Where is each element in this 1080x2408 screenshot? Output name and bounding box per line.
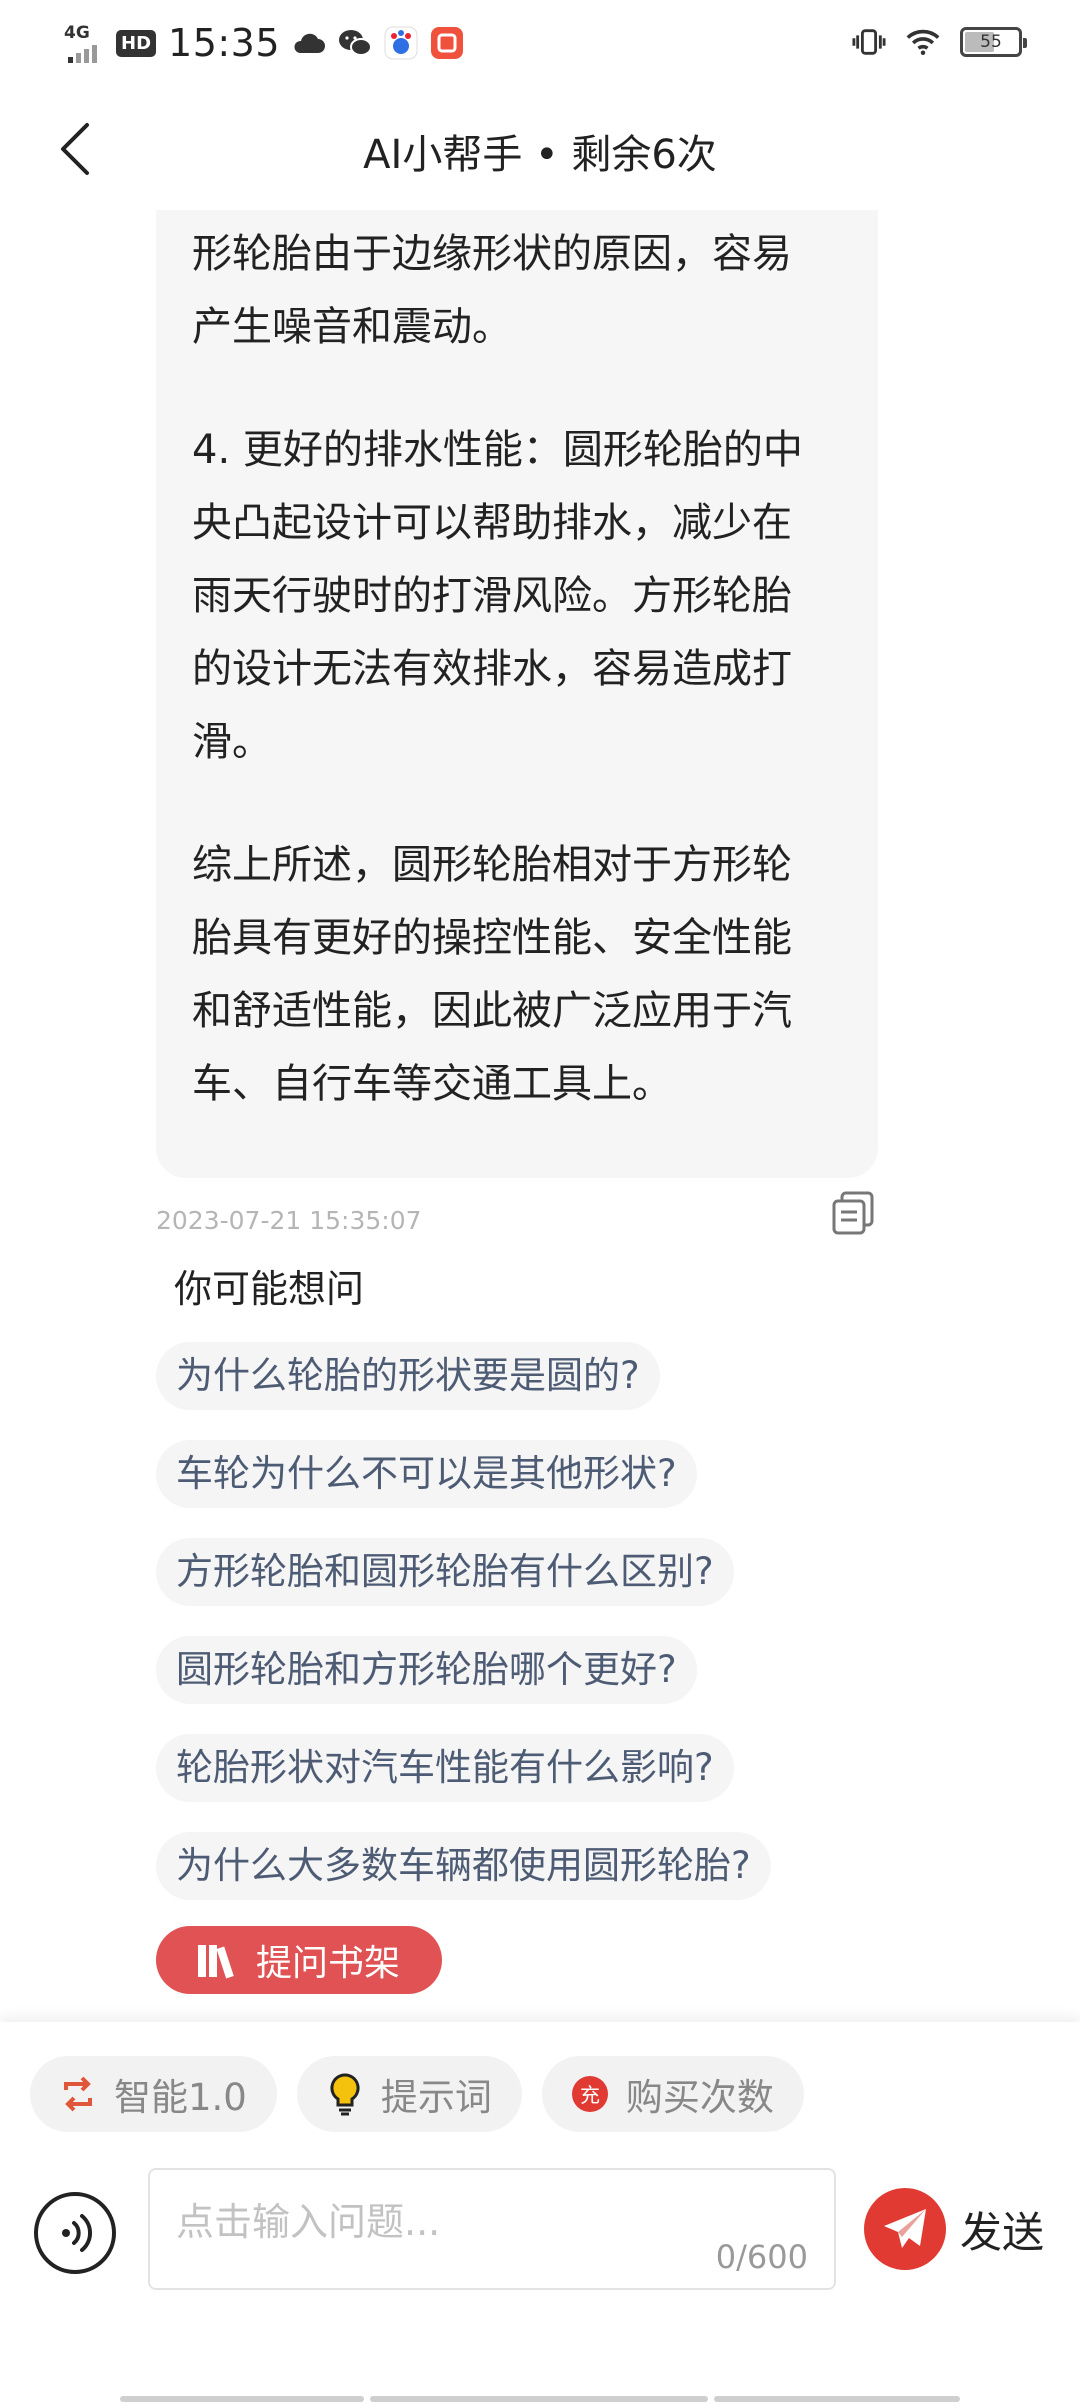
network-type: 4G bbox=[64, 23, 90, 43]
answer-bubble: 形轮胎由于边缘形状的原因，容易 产生噪音和震动。 4. 更好的排水性能：圆形轮胎… bbox=[156, 210, 878, 1178]
status-left: 4G HD 15:35 bbox=[64, 18, 464, 68]
suggestion-list: 为什么轮胎的形状要是圆的? 车轮为什么不可以是其他形状? 方形轮胎和圆形轮胎有什… bbox=[156, 1342, 771, 1900]
books-icon bbox=[198, 1945, 234, 1979]
char-counter: 0/600 bbox=[715, 2238, 808, 2276]
nav-gesture-bar bbox=[370, 2396, 708, 2402]
app-screen: 4G HD 15:35 55 AI小帮手 • 剩余6次 形轮胎由于边缘形状的原因… bbox=[0, 0, 1080, 2408]
send-icon-circle bbox=[864, 2188, 946, 2270]
suggestion-chip[interactable]: 方形轮胎和圆形轮胎有什么区别? bbox=[156, 1538, 734, 1606]
battery-indicator: 55 bbox=[960, 27, 1027, 57]
copy-icon bbox=[832, 1191, 874, 1235]
nav-header: AI小帮手 • 剩余6次 bbox=[0, 100, 1080, 200]
suggestion-chip[interactable]: 车轮为什么不可以是其他形状? bbox=[156, 1440, 697, 1508]
prompts-label: 提示词 bbox=[380, 2076, 492, 2119]
battery-level: 55 bbox=[980, 32, 1002, 52]
baidu-app-icon bbox=[384, 26, 418, 60]
answer-paragraph: 综上所述，圆形轮胎相对于方形轮 胎具有更好的操控性能、安全性能 和舒适性能，因此… bbox=[192, 842, 792, 1107]
buy-credits-button[interactable]: 充 购买次数 bbox=[541, 2056, 804, 2132]
status-right: 55 bbox=[852, 20, 1027, 64]
clock: 15:35 bbox=[168, 21, 281, 65]
message-timestamp: 2023-07-21 15:35:07 bbox=[156, 1206, 422, 1235]
signal-icon: 4G bbox=[64, 21, 104, 65]
send-button[interactable]: 发送 bbox=[864, 2188, 1044, 2270]
recharge-badge-text: 充 bbox=[580, 2083, 600, 2107]
wechat-icon bbox=[338, 26, 373, 60]
suggestion-chip[interactable]: 为什么大多数车辆都使用圆形轮胎? bbox=[156, 1832, 771, 1900]
hd-badge: HD bbox=[116, 29, 157, 57]
app-notification-icon bbox=[430, 26, 464, 60]
toolbar: 智能1.0 提示词 充 购买次数 bbox=[30, 2056, 804, 2132]
voice-icon bbox=[62, 2214, 93, 2252]
question-input[interactable] bbox=[176, 2196, 796, 2248]
nav-gesture-bar bbox=[120, 2396, 364, 2402]
model-label: 智能1.0 bbox=[114, 2076, 247, 2119]
status-bar: 4G HD 15:35 55 bbox=[0, 0, 1080, 84]
nav-gesture-bar bbox=[714, 2396, 960, 2402]
question-shelf-label: 提问书架 bbox=[256, 1943, 401, 1984]
answer-paragraph: 4. 更好的排水性能：圆形轮胎的中 央凸起设计可以帮助排水，减少在 雨天行驶时的… bbox=[192, 427, 803, 765]
wifi-icon bbox=[906, 25, 940, 59]
question-input-box[interactable]: 0/600 bbox=[148, 2168, 836, 2290]
suggestions-title: 你可能想问 bbox=[174, 1267, 365, 1311]
suggestion-chip[interactable]: 圆形轮胎和方形轮胎哪个更好? bbox=[156, 1636, 697, 1704]
suggestion-chip[interactable]: 为什么轮胎的形状要是圆的? bbox=[156, 1342, 660, 1410]
vibrate-icon bbox=[852, 25, 886, 59]
composer-panel: 智能1.0 提示词 充 购买次数 0/600 bbox=[0, 2022, 1080, 2408]
recharge-icon: 充 bbox=[568, 2072, 612, 2116]
prompts-button[interactable]: 提示词 bbox=[296, 2056, 522, 2132]
switch-icon bbox=[56, 2072, 100, 2116]
answer-paragraph: 形轮胎由于边缘形状的原因，容易 产生噪音和震动。 bbox=[192, 231, 792, 350]
cloud-icon bbox=[292, 26, 326, 60]
paper-plane-icon bbox=[884, 2209, 926, 2248]
voice-input-button[interactable] bbox=[34, 2192, 116, 2274]
suggestion-chip[interactable]: 轮胎形状对汽车性能有什么影响? bbox=[156, 1734, 734, 1802]
page-title: AI小帮手 • 剩余6次 bbox=[363, 132, 717, 178]
copy-button[interactable] bbox=[830, 1190, 876, 1236]
lightbulb-icon bbox=[323, 2072, 367, 2116]
buy-credits-label: 购买次数 bbox=[625, 2076, 774, 2119]
question-shelf-button[interactable]: 提问书架 bbox=[156, 1926, 443, 1994]
model-switch-button[interactable]: 智能1.0 bbox=[30, 2056, 277, 2132]
send-label: 发送 bbox=[960, 2207, 1045, 2257]
